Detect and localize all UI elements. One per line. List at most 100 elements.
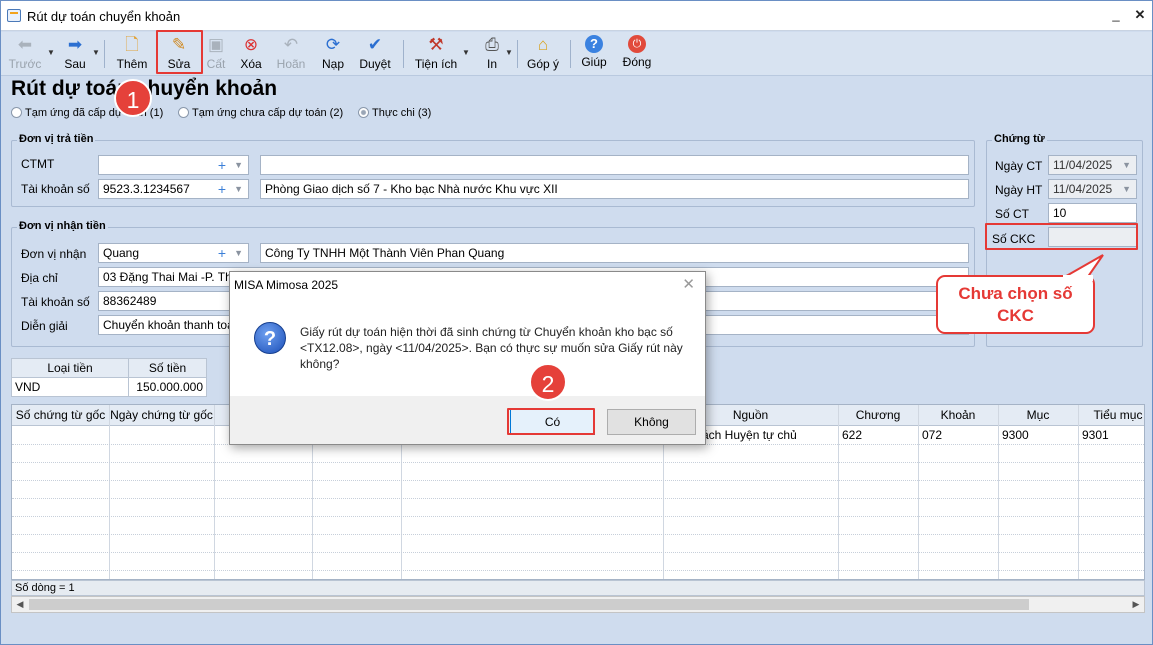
ctmt-combo[interactable]: + ▼ — [98, 155, 249, 175]
grid-header-chapter[interactable]: Chương — [838, 408, 918, 422]
plus-icon[interactable]: + — [218, 180, 226, 198]
amount-header: Số tiền — [128, 358, 207, 378]
chevron-down-icon[interactable]: ▼ — [234, 156, 243, 174]
grid-header-section[interactable]: Mục — [998, 408, 1078, 422]
delete-button[interactable]: ⊗ Xóa — [235, 32, 267, 76]
payer-account-combo[interactable]: 9523.3.1234567 + ▼ — [98, 179, 249, 199]
title-bar: Rút dự toán chuyển khoản _ ✕ — [1, 1, 1152, 31]
close-button[interactable]: ⏻ Đóng — [619, 32, 655, 76]
print-dropdown-icon[interactable]: ▼ — [505, 48, 513, 57]
printer-icon: ⎙ — [485, 35, 499, 54]
date-ht-picker[interactable]: 11/04/2025 ▼ — [1048, 179, 1137, 199]
payer-group-title: Đơn vị trả tiền — [17, 133, 96, 145]
date-ct-picker[interactable]: 11/04/2025 ▼ — [1048, 155, 1137, 175]
row-count: Số dòng = 1 — [11, 580, 1145, 596]
dialog-title: MISA Mimosa 2025 — [234, 278, 339, 292]
currency-type-header: Loại tiền — [11, 358, 129, 378]
next-dropdown-icon[interactable]: ▼ — [92, 48, 100, 57]
grid-cell-subsection[interactable]: 9301 — [1082, 428, 1109, 442]
ctmt-description[interactable] — [260, 155, 969, 175]
step-1-badge: 1 — [114, 79, 152, 117]
voucher-group-title: Chứng từ — [992, 133, 1047, 145]
grid-header-doc-no[interactable]: Số chứng từ gốc — [12, 408, 109, 422]
grid-row-line — [12, 534, 1144, 535]
date-ht-label: Ngày HT — [995, 183, 1043, 197]
grid-row-line — [12, 570, 1144, 571]
power-icon: ⏻ — [628, 35, 646, 53]
payee-group-title: Đơn vị nhận tiền — [17, 220, 108, 232]
undo-button[interactable]: ↶ Hoãn — [274, 32, 308, 76]
close-window-button[interactable]: ✕ — [1129, 5, 1151, 25]
add-button[interactable]: 🗋 Thêm — [113, 32, 151, 76]
refresh-icon: ⟳ — [325, 35, 341, 54]
prev-dropdown-icon[interactable]: ▼ — [47, 48, 55, 57]
minimize-button[interactable]: _ — [1105, 5, 1127, 25]
date-ct-label: Ngày CT — [995, 159, 1043, 173]
feedback-icon: ⌂ — [537, 35, 549, 54]
payee-unit-label: Đơn vị nhận — [21, 247, 87, 261]
grid-cell-chapter[interactable]: 622 — [842, 428, 862, 442]
window-title: Rút dự toán chuyển khoản — [27, 9, 181, 24]
grid-header-item[interactable]: Khoản — [918, 408, 998, 422]
plus-icon[interactable]: + — [218, 244, 226, 262]
approve-button[interactable]: ✔ Duyệt — [356, 32, 394, 76]
scroll-right-icon[interactable]: ▶ — [1128, 597, 1144, 612]
utilities-button[interactable]: ⚒ Tiện ích — [411, 32, 461, 76]
horizontal-scrollbar[interactable]: ◀ ▶ — [11, 596, 1145, 613]
no-button[interactable]: Không — [607, 409, 696, 435]
ctmt-label: CTMT — [21, 157, 55, 171]
radio-actual-spend[interactable]: Thực chi (3) — [358, 107, 431, 119]
payee-account-label: Tài khoản số — [21, 295, 90, 309]
save-button[interactable]: ▣ Cất — [201, 32, 231, 76]
grid-header-doc-date[interactable]: Ngày chứng từ gốc — [109, 408, 214, 422]
grid-cell-source[interactable]: ách Huyện tự chủ — [702, 428, 797, 442]
scroll-thumb[interactable] — [29, 599, 1029, 610]
amount-cell[interactable]: 150.000.000 — [128, 377, 207, 397]
callout-pointer-cover — [1063, 275, 1093, 281]
next-button[interactable]: ➡ Sau — [57, 32, 93, 76]
reload-button[interactable]: ⟳ Nạp — [317, 32, 349, 76]
chevron-down-icon[interactable]: ▼ — [1122, 156, 1131, 174]
toolbar-separator — [403, 40, 404, 68]
utilities-dropdown-icon[interactable]: ▼ — [462, 48, 470, 57]
grid-cell-section[interactable]: 9300 — [1002, 428, 1029, 442]
chevron-down-icon[interactable]: ▼ — [234, 244, 243, 262]
dialog-message: Giấy rút dự toán hiện thời đã sinh chứng… — [300, 325, 683, 371]
grid-cell-item[interactable]: 072 — [922, 428, 942, 442]
grid-header-subsection[interactable]: Tiểu mục — [1078, 408, 1144, 422]
question-icon: ? — [254, 322, 286, 354]
radio-advance-unallocated[interactable]: Tạm ứng chưa cấp dự toán (2) — [178, 107, 343, 119]
yes-button-highlight — [507, 408, 595, 435]
chevron-down-icon[interactable]: ▼ — [1122, 180, 1131, 198]
scroll-left-icon[interactable]: ◀ — [12, 597, 28, 612]
payer-account-description[interactable]: Phòng Giao dịch số 7 - Kho bạc Nhà nước … — [260, 179, 969, 199]
save-icon: ▣ — [207, 35, 225, 54]
help-icon: ? — [585, 35, 603, 53]
toolbar-separator — [104, 40, 105, 68]
payer-account-label: Tài khoản số — [21, 182, 90, 196]
confirm-dialog: MISA Mimosa 2025 ✕ ? Giấy rút dự toán hi… — [229, 271, 706, 445]
currency-type-cell[interactable]: VND — [11, 377, 129, 397]
arrow-right-icon: ➡ — [67, 35, 83, 54]
prev-button[interactable]: ⬅ Trước — [7, 32, 43, 76]
grid-row-line — [12, 552, 1144, 553]
toolbar-separator — [517, 40, 518, 68]
ckc-callout: Chưa chọn số CKC — [936, 275, 1095, 334]
currency-table: Loại tiền Số tiền VND 150.000.000 — [11, 358, 207, 397]
print-button[interactable]: ⎙ In — [479, 32, 505, 76]
payee-unit-description[interactable]: Công Ty TNHH Một Thành Viên Phan Quang — [260, 243, 969, 263]
help-button[interactable]: ? Giúp — [578, 32, 610, 76]
plus-icon[interactable]: + — [218, 156, 226, 174]
feedback-button[interactable]: ⌂ Góp ý — [524, 32, 562, 76]
ckc-highlight — [985, 223, 1138, 250]
radio-selected-icon — [358, 107, 369, 118]
app-icon — [7, 9, 21, 22]
payee-unit-combo[interactable]: Quang + ▼ — [98, 243, 249, 263]
voucher-no-field[interactable]: 10 — [1048, 203, 1137, 223]
undo-icon: ↶ — [283, 35, 299, 54]
chevron-down-icon[interactable]: ▼ — [234, 180, 243, 198]
toolbar-separator — [570, 40, 571, 68]
voucher-no-label: Số CT — [995, 207, 1030, 221]
arrow-left-icon: ⬅ — [17, 35, 33, 54]
dialog-close-icon[interactable]: ✕ — [682, 275, 695, 293]
